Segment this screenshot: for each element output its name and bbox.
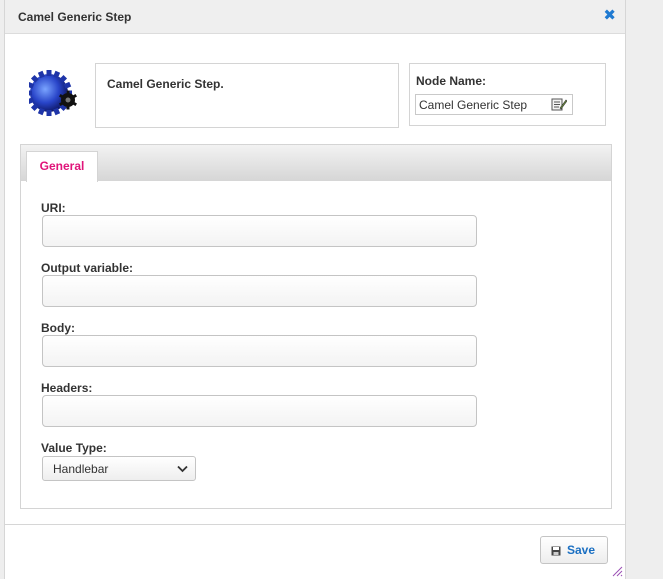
node-name-label: Node Name: <box>416 74 487 88</box>
tab-bar: General <box>21 145 611 182</box>
uri-label: URI: <box>41 201 66 215</box>
tab-panel: General URI: Output variable: Body: Head… <box>20 144 612 509</box>
node-name-input[interactable]: Camel Generic Step <box>415 94 573 115</box>
node-name-value: Camel Generic Step <box>419 98 528 112</box>
save-label: Save <box>567 543 596 557</box>
save-button[interactable]: Save <box>540 536 608 564</box>
footer-divider <box>5 524 625 525</box>
headers-input[interactable] <box>42 395 477 427</box>
gear-icon <box>29 70 77 116</box>
dialog: Camel Generic Step ✖ Camel Generic Step.… <box>4 0 626 579</box>
node-name-box: Node Name: Camel Generic Step <box>409 63 606 126</box>
save-icon <box>551 546 561 556</box>
output-variable-label: Output variable: <box>41 261 134 275</box>
output-variable-input[interactable] <box>42 275 477 307</box>
value-type-selected: Handlebar <box>53 462 109 476</box>
uri-input[interactable] <box>42 215 477 247</box>
dialog-titlebar: Camel Generic Step ✖ <box>5 0 625 34</box>
body-label: Body: <box>41 321 75 335</box>
chevron-down-icon <box>177 465 188 473</box>
resize-grip-icon[interactable] <box>611 565 623 577</box>
close-icon[interactable]: ✖ <box>603 8 616 24</box>
value-type-select[interactable]: Handlebar <box>42 456 196 481</box>
step-description: Camel Generic Step. <box>107 77 224 91</box>
edit-note-icon[interactable] <box>551 97 567 112</box>
value-type-label: Value Type: <box>41 441 107 455</box>
description-box: Camel Generic Step. <box>95 63 399 128</box>
tab-general[interactable]: General <box>26 151 98 182</box>
dialog-title: Camel Generic Step <box>18 10 132 24</box>
body-input[interactable] <box>42 335 477 367</box>
headers-label: Headers: <box>41 381 93 395</box>
